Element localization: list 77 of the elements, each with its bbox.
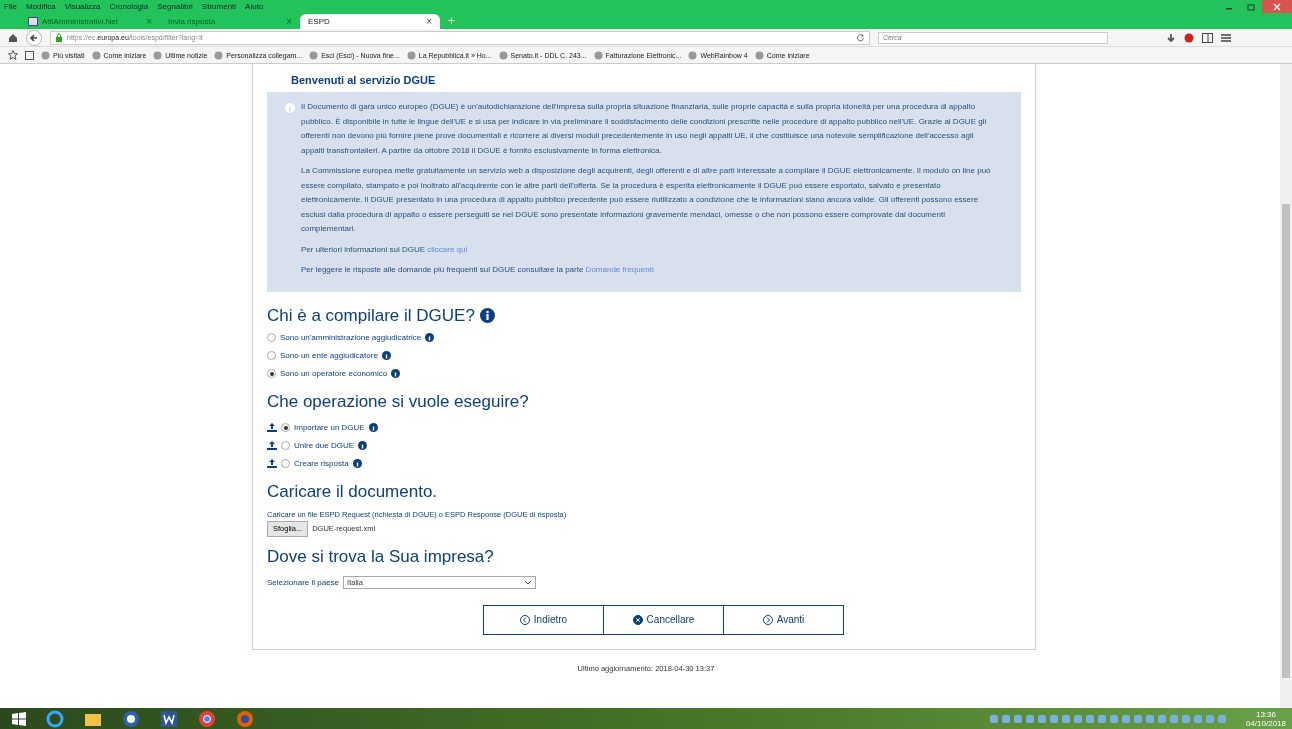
intro-paragraph: Il Documento di gara unico europeo (DGUE) è un'autodichiarazione dell'impresa sulla propria situazione finanziaria, sulle proprie capacità e sulla propria idoneità per una procedura di appalto pubblico. È disponibile in tutte le lingue dell'UE e si usa per indicare in via preliminare il soddisfacimento delle condizioni prescritte nelle procedure di appalto pubblico nell'UE. Grazie al DGUE gli offerenti non devono più fornire piene prove documentali e ricorrere ai diversi moduli precedentemente in uso negli appalti UE, il che costituisce una notevole semplificazione dell'accesso agli appalti transfrontalieri. A partire da ottobre 2018 il DGUE è fornito esclusivamente in forma elettronica. [301,101,988,157]
word-icon[interactable] [160,709,178,728]
option-label[interactable]: Unire due DGUE [294,441,355,450]
info-icon[interactable] [352,459,362,468]
close-icon[interactable] [1262,0,1292,13]
menu-item[interactable]: Aiuto [245,2,264,11]
info-icon[interactable] [425,333,435,342]
info-icon[interactable] [381,351,391,360]
menu-item[interactable]: Strumenti [201,2,237,11]
section-heading: Che operazione si vuole eseguire? [267,391,530,412]
page-title: Benvenuti al servizio DGUE [290,73,437,88]
menu-item[interactable]: Visualizza [64,2,101,11]
nav-button[interactable]: Cancellare [603,604,724,635]
star-icon[interactable] [8,50,18,60]
info-sentence: Per ulteriori informazioni sul DGUE cliccare qui [301,243,469,256]
download-icon[interactable] [1166,32,1176,43]
upload-icon [267,441,277,450]
menu-item[interactable]: Cronologia [109,2,149,11]
tab-close-button[interactable]: × [426,16,432,27]
option-label[interactable]: Sono un ente aggiudicatore [280,351,378,360]
lock-icon [55,33,63,42]
upload-icon [267,459,277,468]
globe-icon [754,50,764,60]
globe-icon [91,50,101,60]
globe-icon [153,50,163,60]
stop-icon[interactable] [1184,32,1194,43]
back-button[interactable] [26,29,42,46]
globe-icon [593,50,603,60]
info-icon [285,103,295,113]
info-icon[interactable] [391,369,401,378]
radio-button[interactable] [267,369,276,378]
radio-button[interactable] [281,441,290,450]
cancel-icon [632,614,643,625]
globe-icon [309,50,319,60]
section-heading: Caricare il documento. [267,481,439,502]
globe-icon [688,50,698,60]
globe-icon [406,50,416,60]
nav-button[interactable]: Avanti [723,604,844,635]
menu-item[interactable]: Segnalibri [157,2,193,11]
app-icon[interactable] [122,709,140,728]
upload-icon [267,423,277,432]
option-label[interactable]: Sono un'amministrazione aggiudicatrice [280,333,422,342]
reload-icon[interactable] [856,33,865,42]
info-sentence: Per leggere le risposte alle domande più frequenti sul DGUE consultare la parte Domande frequenti [301,264,655,276]
info-icon[interactable] [479,308,495,323]
right-chevron-icon [762,614,773,625]
globe-icon [498,50,508,60]
nav-button[interactable]: Indietro [483,604,604,635]
browser-icon[interactable] [46,709,64,728]
left-chevron-icon [519,614,530,625]
intro-paragraph: La Commissione europea mette gratuitamente un servizio web a disposizione degli acquirenti, degli offerenti e di altre parti interessate a compilare il DGUE elettronicamente. Il modulo on line può essere compilato, stampato e poi inoltrato all'acquirente con le altre parti dell'offerta. Se la procedura è esperita elettronicamente il DGUE può essere esportato, salvato e presentato elettronicamente. Il DGUE presentato in una procedura di appalto pubblico precedente può essere riutilizzato a condizione che le informazioni siano ancora valide. Gli offerenti possono essere esclusi dalla procedura di appalto o essere perseguiti se nel DGUE sono presentate informazioni gravemente mendaci, omesse o che non possono essere comprovate dai documenti complementari. [301,165,991,235]
menu-item[interactable]: File [4,2,17,11]
windows-icon[interactable] [12,711,26,726]
info-icon[interactable] [368,423,378,432]
sidebar-icon[interactable] [1202,32,1213,43]
clipboard-icon[interactable] [25,50,34,60]
globe-icon [214,50,224,60]
option-label[interactable]: Importare un DGUE [294,423,365,432]
option-label[interactable]: Sono un operatore economico [280,369,388,378]
option-label[interactable]: Creare risposta [294,459,349,468]
home-icon[interactable] [8,32,18,43]
field-label: Selezionare il paese [267,578,340,587]
page-icon [28,17,38,26]
browser-tab[interactable]: ESPD × [300,14,440,29]
info-icon[interactable] [358,441,368,450]
menu-icon[interactable] [1221,32,1232,43]
radio-button[interactable] [267,351,276,360]
section-heading: Chi è a compilare il DGUE? [267,305,475,326]
menu-item[interactable]: Modifica [25,2,56,11]
radio-button[interactable] [281,459,290,468]
radio-button[interactable] [281,423,290,432]
globe-icon [41,50,50,60]
radio-button[interactable] [267,333,276,342]
section-heading: Dove si trova la Sua impresa? [267,546,495,567]
back-arrow-icon [29,32,39,43]
caret-icon [524,580,533,585]
scrollbar[interactable] [1280,64,1292,708]
